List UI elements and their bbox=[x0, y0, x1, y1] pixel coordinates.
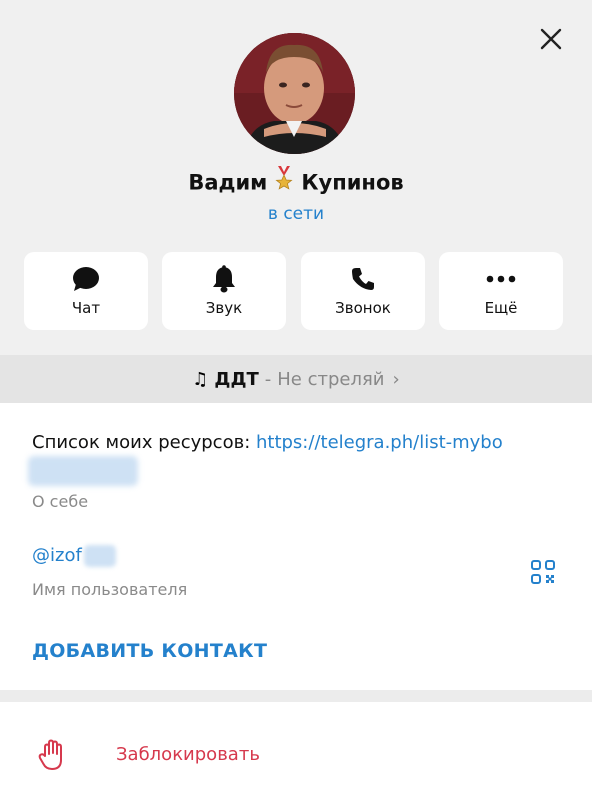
bio-text: Список моих ресурсов: https://telegra.ph… bbox=[28, 430, 552, 486]
chat-button[interactable]: Чат bbox=[24, 252, 148, 330]
avatar[interactable] bbox=[234, 33, 355, 154]
profile-header: Вадим Купинов в сети Чат Звук Звонок Ещё bbox=[0, 0, 592, 355]
avatar-photo bbox=[234, 33, 355, 154]
chat-button-label: Чат bbox=[71, 299, 101, 317]
block-label: Заблокировать bbox=[116, 744, 260, 765]
bio-caption: О себе bbox=[32, 492, 89, 511]
music-separator: - bbox=[264, 368, 272, 390]
bio-link[interactable]: https://telegra.ph/list-mybo bbox=[256, 432, 503, 453]
bio-label: Список моих ресурсов: bbox=[32, 432, 256, 453]
qr-code-button[interactable] bbox=[531, 560, 555, 584]
more-button[interactable]: Ещё bbox=[439, 252, 563, 330]
music-bar[interactable]: ♫ ДДТ - Не стреляй › bbox=[0, 355, 592, 403]
close-button[interactable] bbox=[534, 22, 568, 56]
block-user-button[interactable]: Заблокировать bbox=[0, 702, 592, 806]
medal-icon bbox=[275, 166, 293, 197]
add-contact-button[interactable]: ДОБАВИТЬ КОНТАКТ bbox=[32, 640, 267, 662]
qr-code-icon bbox=[531, 560, 555, 584]
username-value[interactable]: @izof bbox=[32, 545, 116, 567]
close-icon bbox=[540, 28, 562, 50]
username-text: @izof bbox=[32, 545, 82, 566]
profile-info: Список моих ресурсов: https://telegra.ph… bbox=[0, 403, 592, 690]
chat-bubble-icon bbox=[72, 265, 100, 293]
username-caption: Имя пользователя bbox=[32, 580, 188, 599]
hand-stop-icon bbox=[38, 739, 62, 770]
first-name: Вадим bbox=[188, 170, 268, 195]
profile-name: Вадим Купинов bbox=[0, 166, 592, 199]
section-divider bbox=[0, 690, 592, 702]
sound-button-label: Звук bbox=[205, 299, 243, 317]
action-buttons: Чат Звук Звонок Ещё bbox=[24, 252, 564, 330]
call-button[interactable]: Звонок bbox=[301, 252, 425, 330]
online-status: в сети bbox=[267, 204, 325, 224]
redacted-blur bbox=[28, 456, 138, 486]
call-button-label: Звонок bbox=[335, 299, 391, 317]
more-button-label: Ещё bbox=[484, 299, 518, 317]
music-song: Не стреляй bbox=[277, 368, 385, 390]
redacted-blur bbox=[83, 545, 116, 567]
last-name: Купинов bbox=[301, 170, 404, 195]
phone-icon bbox=[350, 265, 376, 293]
bell-icon bbox=[212, 265, 236, 293]
sound-button[interactable]: Звук bbox=[162, 252, 286, 330]
music-note-icon: ♫ bbox=[192, 368, 209, 390]
music-artist: ДДТ bbox=[214, 368, 259, 390]
chevron-right-icon: › bbox=[392, 368, 400, 390]
more-dots-icon bbox=[486, 265, 516, 293]
